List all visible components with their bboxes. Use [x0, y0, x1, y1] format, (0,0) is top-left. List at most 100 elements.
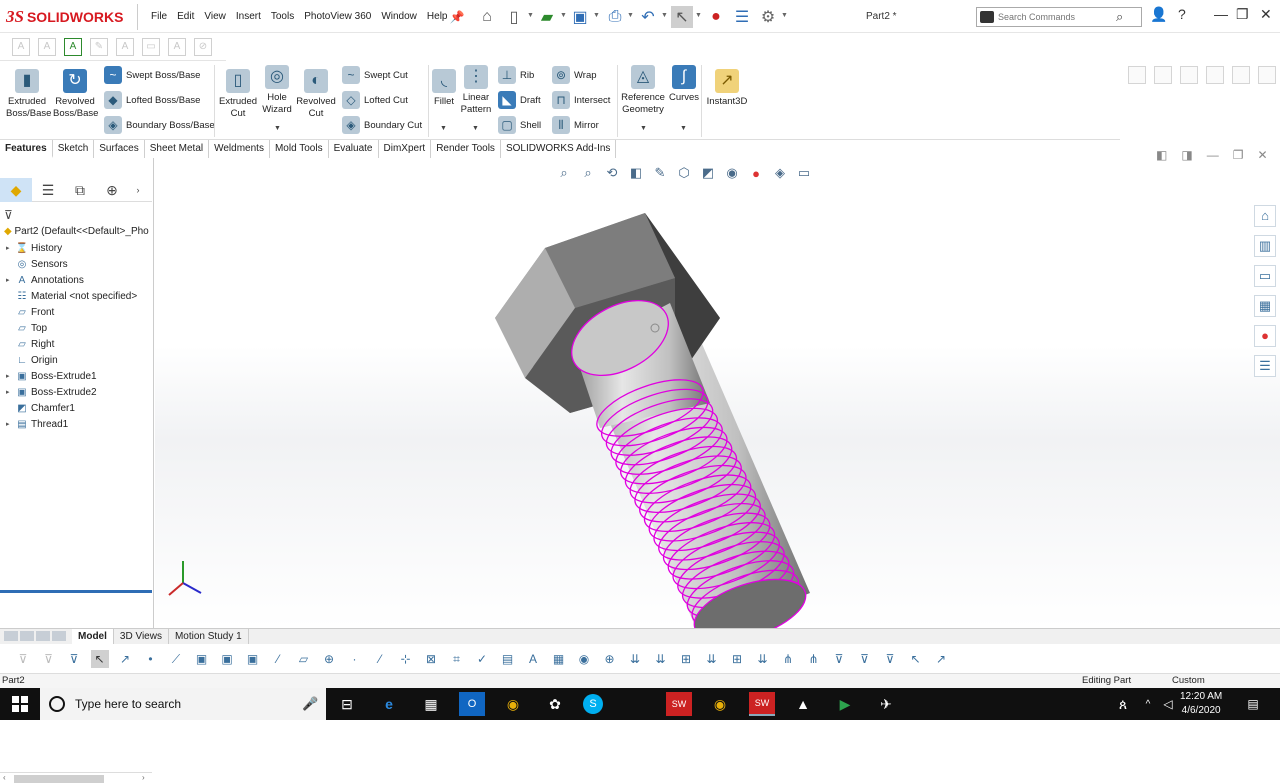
- reference-geometry-button[interactable]: ◬ Reference Geometry: [620, 65, 666, 116]
- search-box[interactable]: ⌕: [976, 7, 1142, 27]
- volume-icon[interactable]: ◁: [1155, 692, 1181, 716]
- menu-file[interactable]: File: [146, 9, 172, 24]
- zoom-to-fit-icon[interactable]: ⌕: [555, 164, 573, 182]
- hole-table-icon[interactable]: ⇊: [754, 650, 772, 668]
- extruded-boss-button[interactable]: ▮ Extruded Boss/Base: [6, 69, 51, 120]
- tree-item[interactable]: ▸ ▤ Thread1: [6, 418, 68, 430]
- outlook-icon[interactable]: O: [459, 692, 485, 716]
- route-point-icon[interactable]: ⊽: [856, 650, 874, 668]
- configuration-manager-icon[interactable]: ⧉: [64, 178, 96, 202]
- note-icon[interactable]: ◉: [575, 650, 593, 668]
- previous-view-icon[interactable]: ⟲: [603, 164, 621, 182]
- tab-sketch[interactable]: Sketch: [52, 140, 95, 158]
- edge-icon[interactable]: ⟋: [167, 650, 185, 668]
- app-icon[interactable]: ✈: [873, 692, 899, 716]
- expand-arrow-icon[interactable]: ▸: [6, 372, 16, 380]
- tab-3d-views[interactable]: 3D Views: [114, 629, 169, 644]
- tab-mold-tools[interactable]: Mold Tools: [269, 140, 329, 158]
- centerline-icon[interactable]: ⊞: [728, 650, 746, 668]
- plane-icon[interactable]: ▱: [295, 650, 313, 668]
- chevron-right-icon[interactable]: ›: [128, 178, 148, 202]
- sketch-segment-icon[interactable]: ⁄: [371, 650, 389, 668]
- new-document-icon[interactable]: ▯: [503, 6, 525, 28]
- zoom-to-area-icon[interactable]: ⌕: [579, 164, 597, 182]
- fillet-button[interactable]: ◟ Fillet: [431, 69, 457, 108]
- edge-icon[interactable]: e: [376, 692, 402, 716]
- people-icon[interactable]: ጰ: [1110, 692, 1136, 716]
- block-icon[interactable]: ⋔: [779, 650, 797, 668]
- chevron-down-icon[interactable]: ▼: [640, 125, 647, 132]
- scroll-right-icon[interactable]: ›: [142, 773, 145, 782]
- weld-icon[interactable]: ▦: [550, 650, 568, 668]
- hide-show-items-icon[interactable]: ◉: [723, 164, 741, 182]
- chevron-down-icon[interactable]: ▼: [695, 12, 702, 19]
- section-view-icon[interactable]: ◧: [627, 164, 645, 182]
- lofted-boss-button[interactable]: ◆ Lofted Boss/Base: [104, 90, 200, 110]
- revolved-boss-button[interactable]: ↻ Revolved Boss/Base: [53, 69, 98, 120]
- chevron-down-icon[interactable]: ▼: [560, 12, 567, 19]
- skype-icon[interactable]: S: [583, 694, 603, 714]
- expand-arrow-icon[interactable]: ▸: [6, 420, 16, 428]
- origin-icon[interactable]: ⊕: [320, 650, 338, 668]
- connection-point-icon[interactable]: ⊽: [830, 650, 848, 668]
- menu-insert[interactable]: Insert: [231, 9, 266, 24]
- dowel-icon[interactable]: ⋔: [805, 650, 823, 668]
- filter-icon[interactable]: ⊽: [4, 208, 13, 222]
- mate-reference-icon[interactable]: ↖: [907, 650, 925, 668]
- edit-appearance-icon[interactable]: ●: [747, 164, 765, 182]
- tab-features[interactable]: Features: [0, 140, 53, 158]
- tree-item[interactable]: ◩ Chamfer1: [6, 402, 75, 414]
- tree-item[interactable]: ▸ ▣ Boss-Extrude2: [6, 386, 97, 398]
- apply-scene-icon[interactable]: ◈: [771, 164, 789, 182]
- chevron-down-icon[interactable]: ▼: [440, 125, 447, 132]
- tab-evaluate[interactable]: Evaluate: [328, 140, 379, 158]
- search-scope-icon[interactable]: [980, 11, 994, 23]
- taskbar-search[interactable]: Type here to search 🎤: [40, 688, 326, 720]
- display-style-icon[interactable]: ◩: [699, 164, 717, 182]
- tab-dimxpert[interactable]: DimXpert: [378, 140, 432, 158]
- cosmetic-thread-icon[interactable]: ⇊: [703, 650, 721, 668]
- tab-motion-study[interactable]: Motion Study 1: [169, 629, 249, 644]
- filter-icon[interactable]: ⊽: [14, 650, 32, 668]
- tab-model[interactable]: Model: [72, 629, 114, 644]
- user-icon[interactable]: 👤: [1150, 6, 1167, 23]
- tree-item[interactable]: ∟ Origin: [6, 354, 58, 366]
- revolved-cut-button[interactable]: ◐ Revolved Cut: [296, 69, 336, 120]
- help-icon[interactable]: ?: [1178, 6, 1186, 22]
- app-icon[interactable]: ✿: [542, 692, 568, 716]
- tab-sheet-metal[interactable]: Sheet Metal: [144, 140, 210, 158]
- calculator-icon[interactable]: ▦: [418, 692, 444, 716]
- tab-addins[interactable]: SOLIDWORKS Add-Ins: [500, 140, 617, 158]
- menu-view[interactable]: View: [199, 9, 231, 24]
- search-input[interactable]: [998, 12, 1116, 22]
- rollback-bar[interactable]: [0, 590, 152, 593]
- scroll-left-icon[interactable]: ‹: [3, 773, 6, 782]
- solidworks-logo[interactable]: 3S SOLIDWORKS: [6, 6, 123, 28]
- notifications-icon[interactable]: ▤: [1240, 692, 1266, 716]
- center-mark-icon[interactable]: ⊠: [422, 650, 440, 668]
- custom-properties-icon[interactable]: ☰: [1254, 355, 1276, 377]
- pin-icon[interactable]: 📌: [446, 6, 468, 28]
- annotation-icon[interactable]: ⌗: [448, 650, 466, 668]
- boundary-boss-button[interactable]: ◈ Boundary Boss/Base: [104, 115, 215, 135]
- print-icon[interactable]: ⎙: [604, 6, 626, 28]
- tree-item[interactable]: ▸ A Annotations: [6, 274, 84, 286]
- select-icon[interactable]: ↗: [116, 650, 134, 668]
- chevron-down-icon[interactable]: ▼: [680, 125, 687, 132]
- mate-icon[interactable]: ⊽: [881, 650, 899, 668]
- menu-photoview[interactable]: PhotoView 360: [299, 9, 376, 24]
- toggle-filter-icon[interactable]: ↗: [932, 650, 950, 668]
- gear-icon[interactable]: ⚙: [757, 6, 779, 28]
- tile-right-icon[interactable]: ◨: [1181, 148, 1192, 162]
- design-library-icon[interactable]: ▥: [1254, 235, 1276, 257]
- swept-boss-button[interactable]: ~ Swept Boss/Base: [104, 65, 200, 85]
- tab-surfaces[interactable]: Surfaces: [94, 140, 145, 158]
- draft-button[interactable]: ◣ Draft: [498, 90, 541, 110]
- tree-item[interactable]: ▱ Front: [6, 306, 54, 318]
- sketch-point-icon[interactable]: ·: [346, 650, 364, 668]
- tree-root-part[interactable]: ◆ Part2 (Default<<Default>_Pho: [4, 226, 149, 237]
- chrome-icon[interactable]: ◉: [707, 692, 733, 716]
- linear-pattern-button[interactable]: ⋮ Linear Pattern: [460, 65, 492, 116]
- view-settings-icon[interactable]: ▭: [795, 164, 813, 182]
- surface-finish-icon[interactable]: A: [524, 650, 542, 668]
